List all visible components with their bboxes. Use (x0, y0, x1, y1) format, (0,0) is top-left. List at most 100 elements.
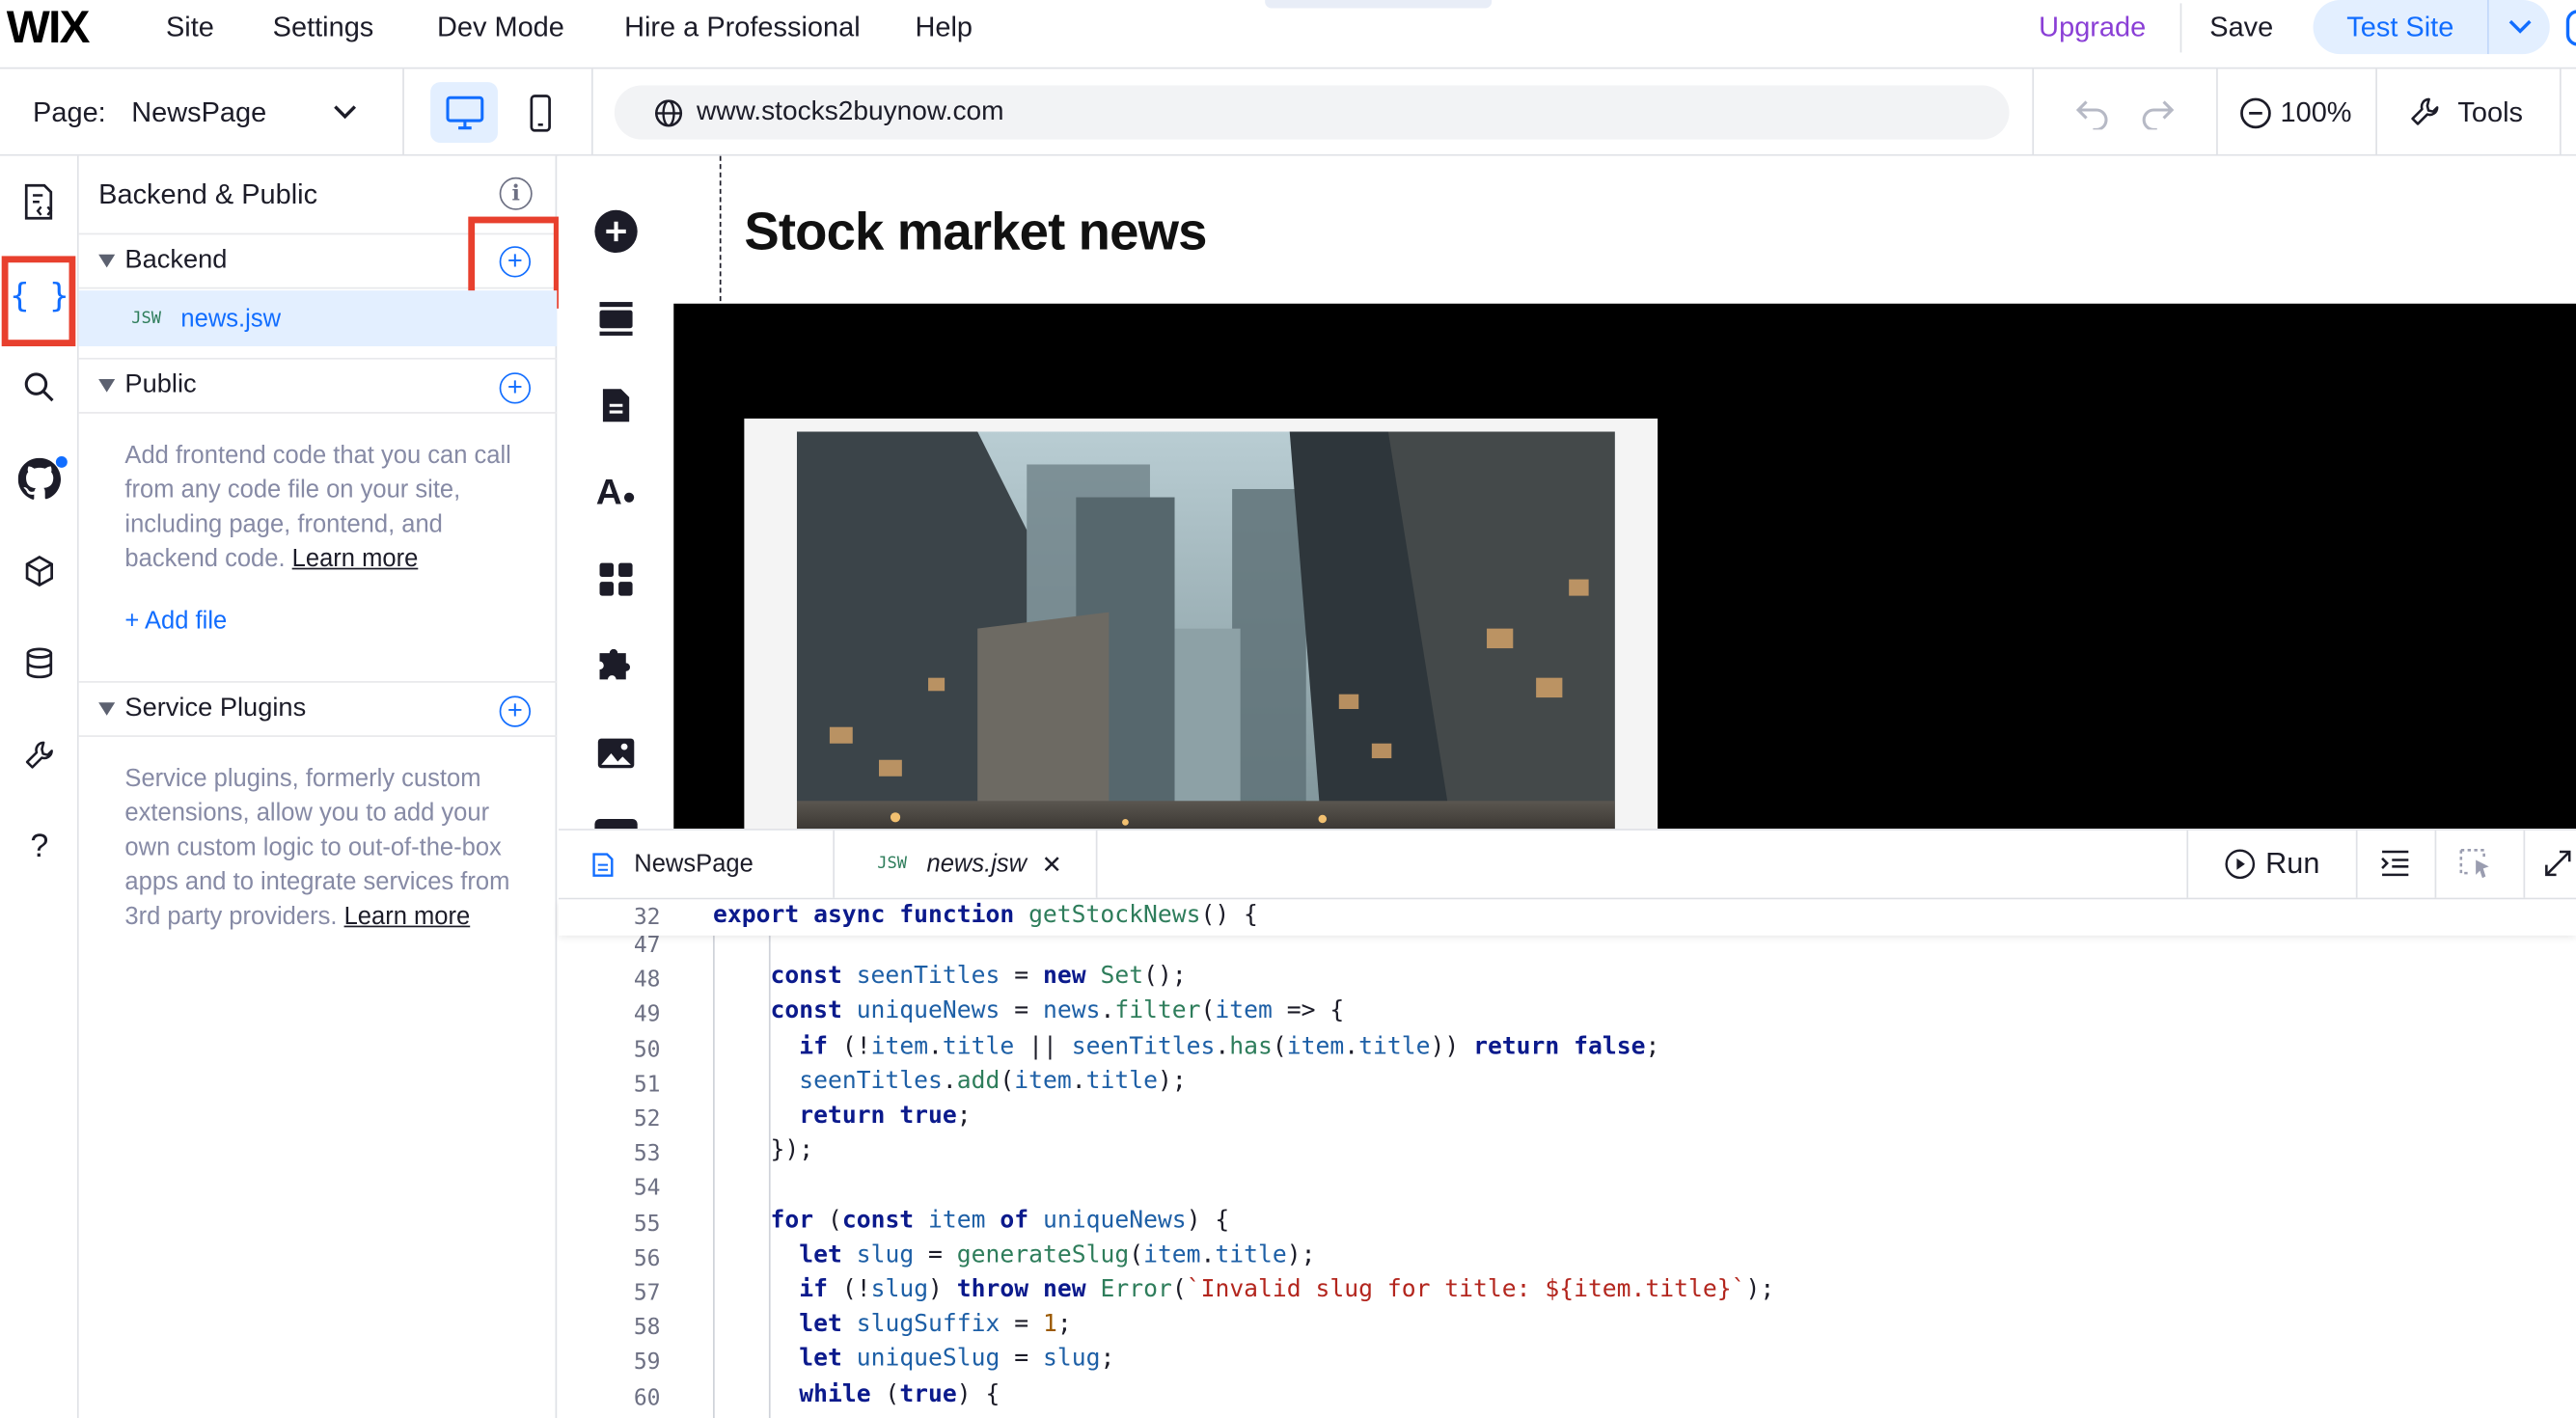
line-number: 58 (633, 1315, 661, 1342)
jsw-badge: JSW (131, 309, 161, 328)
line-number: 52 (633, 1105, 661, 1132)
redo-icon[interactable] (2139, 96, 2175, 130)
public-learn-more-link[interactable]: Learn more (292, 545, 419, 573)
code-line: export async function getStockNews() { (713, 902, 1258, 929)
jsw-badge: JSW (877, 855, 908, 874)
add-service-plugin-icon[interactable]: + (499, 695, 532, 727)
help-icon[interactable]: ? (14, 821, 66, 873)
line-number: 32 (633, 904, 661, 931)
code-line: seenTitles.add(item.title); (799, 1068, 1187, 1095)
packages-button[interactable] (14, 545, 66, 597)
undo-icon[interactable] (2075, 96, 2111, 130)
service-plugins-learn-more-link[interactable]: Learn more (344, 903, 471, 931)
sections-button[interactable] (591, 294, 641, 343)
add-public-file-icon[interactable]: + (499, 372, 532, 404)
file-name: news.jsw (180, 304, 282, 333)
menu-site[interactable]: Site (166, 12, 214, 44)
pages-menu-button[interactable] (591, 381, 641, 430)
divider (591, 68, 593, 156)
zoom-level[interactable]: 100% (2281, 96, 2352, 129)
sticky-scroll-line[interactable]: 32 export async function getStockNews() … (558, 899, 2576, 936)
editor-tab-bar: NewsPage JSW news.jsw ✕ Run (558, 830, 2576, 900)
code-files-icon[interactable]: { } (10, 269, 69, 321)
more-tools-icon[interactable] (594, 818, 638, 830)
pages-button[interactable] (14, 176, 66, 228)
notification-dot (55, 455, 68, 468)
plus-circle-icon (594, 209, 638, 254)
chevron-down-icon[interactable] (334, 105, 357, 120)
line-number: 54 (633, 1175, 661, 1203)
service-plugins-section-header[interactable]: Service Plugins + (78, 681, 558, 737)
databases-button[interactable] (14, 637, 66, 689)
document-icon (602, 389, 630, 423)
menu-settings[interactable]: Settings (273, 12, 374, 44)
media-button[interactable] (591, 728, 641, 777)
line-number: 53 (633, 1140, 661, 1168)
site-design-button[interactable]: A● (591, 468, 641, 517)
globe-icon (654, 98, 683, 126)
code-line: if (!item.title || seenTitles.has(item.t… (799, 1033, 1660, 1060)
run-button[interactable]: Run (2225, 847, 2319, 882)
test-site-button[interactable]: Test Site (2313, 0, 2488, 55)
test-site-dropdown[interactable] (2487, 0, 2550, 55)
image-icon (597, 738, 635, 769)
desktop-view-button[interactable] (430, 82, 498, 144)
code-line: while (true) { (799, 1380, 1000, 1408)
expand-icon[interactable] (2543, 849, 2573, 879)
page-selector[interactable]: NewsPage (131, 96, 266, 129)
public-section-label: Public (124, 370, 197, 399)
select-element-icon[interactable] (2457, 847, 2493, 880)
panel-title: Backend & Public (98, 178, 318, 210)
public-description: Add frontend code that you can call from… (124, 438, 519, 576)
line-number: 48 (633, 967, 661, 994)
code-editor: NewsPage JSW news.jsw ✕ Run 32 export as… (558, 829, 2576, 1418)
menu-hire-professional[interactable]: Hire a Professional (624, 12, 861, 44)
add-backend-file-icon[interactable]: + (499, 246, 532, 278)
close-icon[interactable]: ✕ (1041, 849, 1061, 879)
divider (2559, 68, 2562, 156)
format-code-icon[interactable] (2379, 849, 2412, 879)
divider (2355, 830, 2358, 898)
add-apps-button[interactable] (591, 555, 641, 604)
tab-newspage[interactable]: NewsPage (558, 830, 836, 898)
database-icon (26, 647, 53, 679)
publish-button-edge[interactable] (2565, 10, 2576, 46)
code-line: let uniqueSlug = slug; (799, 1346, 1115, 1374)
upgrade-link[interactable]: Upgrade (2039, 12, 2146, 44)
business-apps-button[interactable] (591, 641, 641, 691)
line-number: 50 (633, 1036, 661, 1063)
divider (2216, 68, 2218, 156)
info-icon[interactable]: i (499, 177, 533, 210)
apps-grid-icon (599, 562, 633, 596)
collapse-triangle-icon (98, 702, 116, 716)
wix-logo[interactable]: WIX (7, 2, 91, 54)
divider (2434, 830, 2437, 898)
code-line: }); (713, 1137, 814, 1164)
city-photo[interactable] (796, 431, 1615, 830)
add-tools-bar: A● (558, 155, 674, 830)
site-canvas: Stock market news (673, 155, 2576, 830)
code-area[interactable]: 47 48 const seenTitles = new Set(); 49 con… (559, 935, 2576, 1418)
menu-help[interactable]: Help (915, 12, 973, 44)
code-line: let slug = generateSlug(item.title); (799, 1241, 1316, 1268)
url-bar[interactable]: www.stocks2buynow.com (614, 85, 2010, 140)
public-section-header[interactable]: Public + (78, 357, 558, 414)
add-file-link[interactable]: + Add file (124, 608, 227, 636)
add-elements-button[interactable] (591, 206, 641, 256)
top-bar: WIX Site Settings Dev Mode Hire a Profes… (0, 0, 2576, 69)
menu-dev-mode[interactable]: Dev Mode (437, 12, 564, 44)
page-code-icon (24, 183, 53, 220)
developer-tools-button[interactable] (14, 728, 66, 780)
file-item-news-jsw[interactable]: JSW news.jsw (78, 290, 558, 346)
tools-button[interactable]: Tools (2457, 96, 2523, 129)
save-button[interactable]: Save (2209, 12, 2273, 44)
backend-section-label: Backend (124, 246, 228, 275)
mobile-view-button[interactable] (516, 89, 565, 138)
line-number: 55 (633, 1210, 661, 1238)
search-button[interactable] (14, 361, 66, 413)
tab-news-jsw[interactable]: JSW news.jsw ✕ (835, 830, 1098, 898)
github-icon (17, 457, 62, 500)
zoom-out-icon[interactable] (2239, 96, 2272, 129)
page-icon (592, 852, 614, 877)
page-heading[interactable]: Stock market news (744, 202, 1207, 262)
